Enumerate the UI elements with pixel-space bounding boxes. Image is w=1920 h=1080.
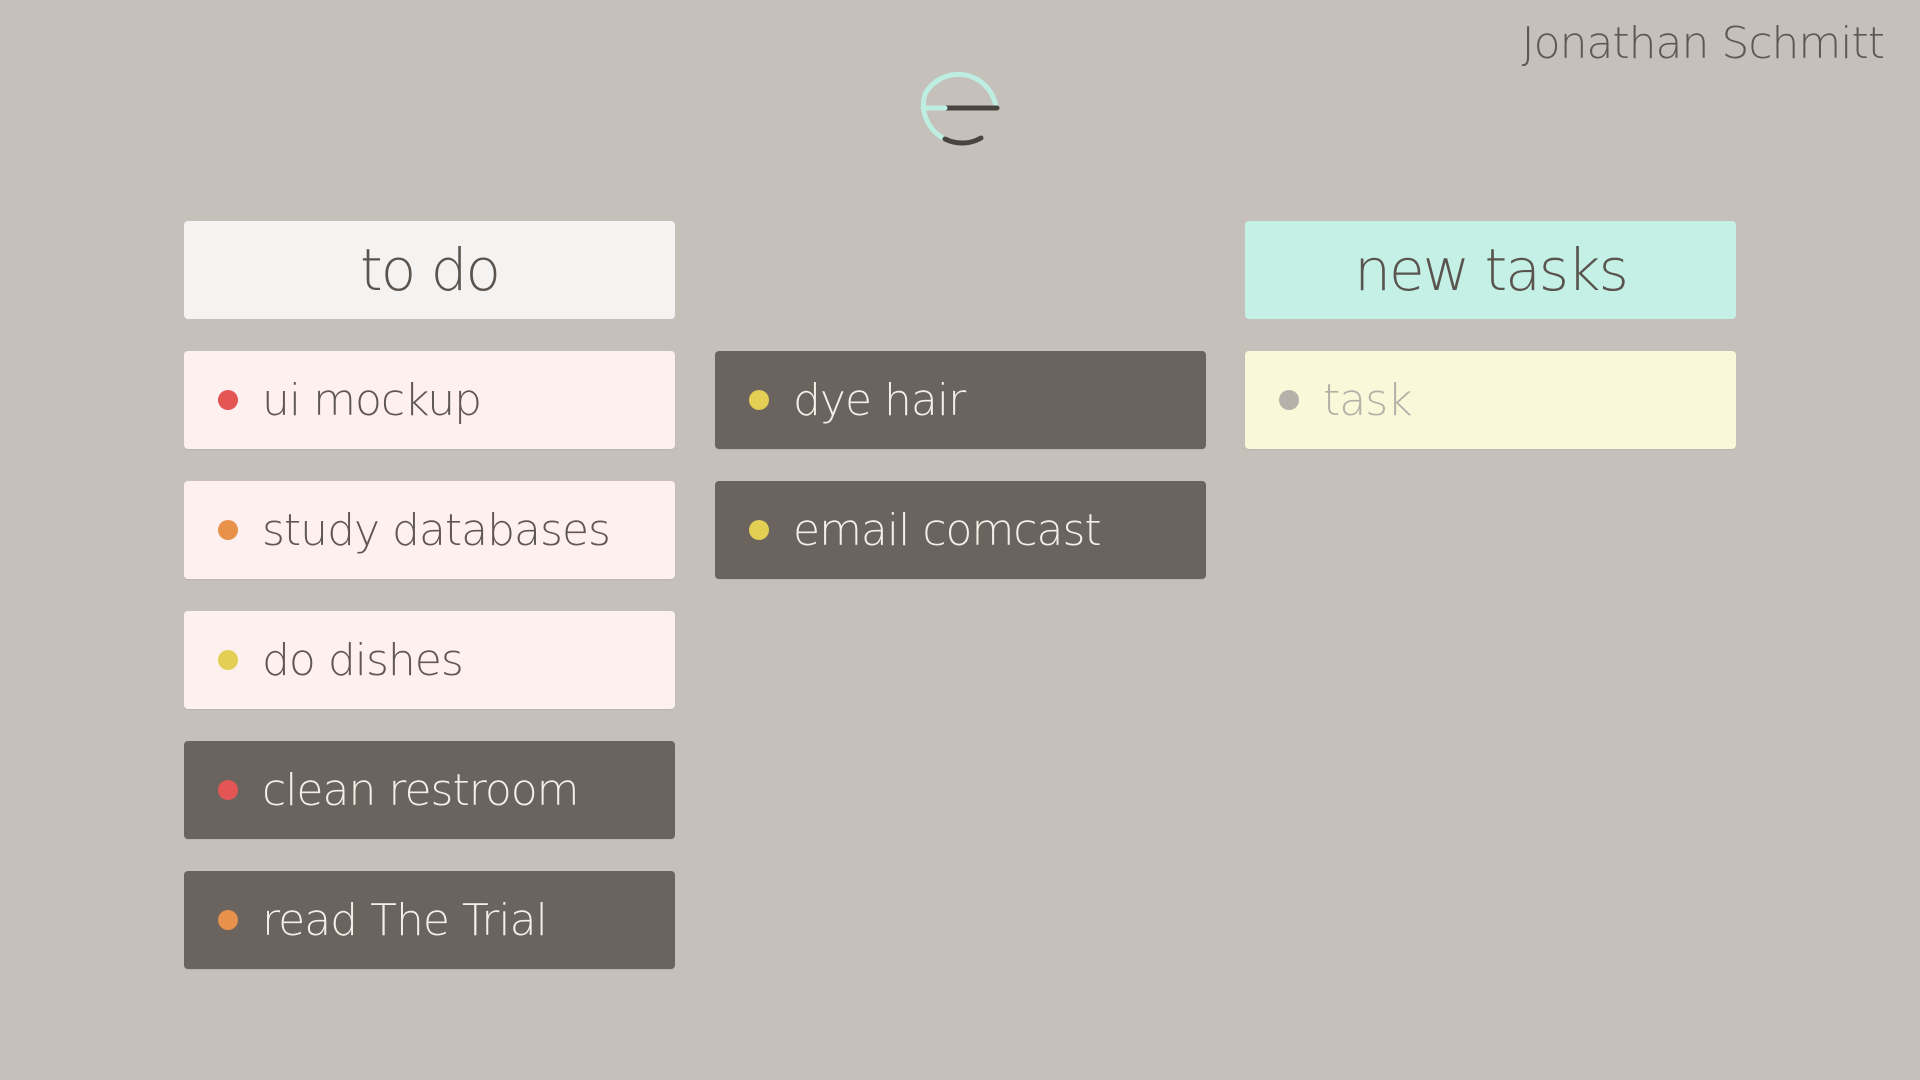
todo-column: to do ui mockup study databases do dishe… xyxy=(184,221,675,1001)
priority-dot-icon xyxy=(1279,390,1299,410)
task-card-read-the-trial[interactable]: read The Trial xyxy=(184,871,675,969)
task-card-clean-restroom[interactable]: clean restroom xyxy=(184,741,675,839)
task-label: read The Trial xyxy=(262,894,548,946)
priority-dot-icon xyxy=(749,390,769,410)
priority-dot-icon xyxy=(218,910,238,930)
priority-dot-icon xyxy=(218,520,238,540)
task-label: dye hair xyxy=(793,374,966,426)
middle-column: dye hair email comcast xyxy=(715,221,1206,611)
middle-header-spacer xyxy=(715,221,1206,319)
priority-dot-icon xyxy=(218,780,238,800)
task-card-dye-hair[interactable]: dye hair xyxy=(715,351,1206,449)
task-label: email comcast xyxy=(793,504,1102,556)
priority-dot-icon xyxy=(749,520,769,540)
new-task-placeholder[interactable]: task xyxy=(1323,375,1413,426)
todo-header[interactable]: to do xyxy=(184,221,675,319)
priority-dot-icon xyxy=(218,650,238,670)
task-label: clean restroom xyxy=(262,764,580,816)
priority-dot-icon xyxy=(218,390,238,410)
task-card-study-databases[interactable]: study databases xyxy=(184,481,675,579)
task-card-ui-mockup[interactable]: ui mockup xyxy=(184,351,675,449)
e-logo-icon xyxy=(920,71,1000,146)
new-task-input[interactable]: task xyxy=(1245,351,1736,449)
user-name[interactable]: Jonathan Schmitt xyxy=(1522,18,1885,69)
task-card-email-comcast[interactable]: email comcast xyxy=(715,481,1206,579)
new-tasks-header[interactable]: new tasks xyxy=(1245,221,1736,319)
new-tasks-column: new tasks task xyxy=(1245,221,1736,481)
task-card-do-dishes[interactable]: do dishes xyxy=(184,611,675,709)
task-label: do dishes xyxy=(262,634,464,686)
task-label: study databases xyxy=(262,504,611,556)
task-label: ui mockup xyxy=(262,374,482,426)
